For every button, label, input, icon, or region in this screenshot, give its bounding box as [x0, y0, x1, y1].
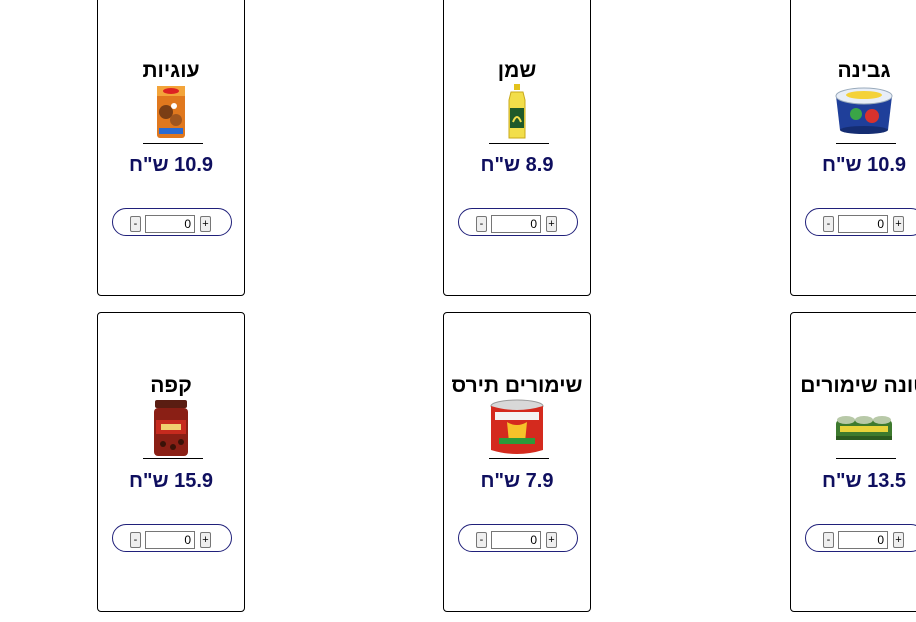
product-price: 13.5 ש"ח: [821, 470, 907, 492]
image-underline: [489, 458, 549, 459]
product-name: טונה שימורים: [800, 374, 916, 397]
image-underline: [836, 458, 896, 459]
image-underline: [143, 458, 203, 459]
product-card-tuna: טונה שימורים 13.5 ש"ח - +: [790, 312, 916, 612]
product-price: 8.9 ש"ח: [480, 154, 554, 176]
cookies-bag-icon: [141, 82, 201, 142]
quantity-stepper: - +: [458, 208, 578, 236]
quantity-input[interactable]: [838, 215, 888, 233]
oil-bottle-icon: [487, 82, 547, 142]
increase-button[interactable]: +: [893, 532, 904, 548]
corn-can-icon: [487, 398, 547, 458]
increase-button[interactable]: +: [200, 216, 211, 232]
quantity-stepper: - +: [458, 524, 578, 552]
decrease-button[interactable]: -: [476, 532, 487, 548]
increase-button[interactable]: +: [200, 532, 211, 548]
quantity-stepper: - +: [112, 524, 232, 552]
product-card-coffee: קפה 15.9 ש"ח - +: [97, 312, 245, 612]
quantity-stepper: - +: [805, 524, 916, 552]
decrease-button[interactable]: -: [823, 216, 834, 232]
product-price: 10.9 ש"ח: [821, 154, 907, 176]
product-name: שמן: [497, 59, 537, 82]
product-card-cookies: עוגיות 10.9 ש"ח - +: [97, 0, 245, 296]
image-underline: [489, 143, 549, 144]
product-card-cheese: גבינה 10.9 ש"ח - +: [790, 0, 916, 296]
increase-button[interactable]: +: [546, 532, 557, 548]
decrease-button[interactable]: -: [130, 216, 141, 232]
product-price: 7.9 ש"ח: [480, 470, 554, 492]
product-name: שימורים תירס: [451, 374, 583, 397]
increase-button[interactable]: +: [546, 216, 557, 232]
product-name: עוגיות: [142, 59, 200, 82]
image-underline: [143, 143, 203, 144]
quantity-input[interactable]: [491, 531, 541, 549]
decrease-button[interactable]: -: [823, 532, 834, 548]
quantity-input[interactable]: [145, 215, 195, 233]
image-underline: [836, 143, 896, 144]
product-price: 10.9 ש"ח: [128, 154, 214, 176]
quantity-input[interactable]: [491, 215, 541, 233]
coffee-jar-icon: [141, 398, 201, 458]
quantity-input[interactable]: [838, 531, 888, 549]
increase-button[interactable]: +: [893, 216, 904, 232]
product-card-oil: שמן 8.9 ש"ח - +: [443, 0, 591, 296]
product-name: גבינה: [837, 59, 891, 82]
decrease-button[interactable]: -: [476, 216, 487, 232]
quantity-input[interactable]: [145, 531, 195, 549]
quantity-stepper: - +: [112, 208, 232, 236]
cheese-tub-icon: [834, 82, 894, 142]
product-card-corn: שימורים תירס 7.9 ש"ח - +: [443, 312, 591, 612]
product-name: קפה: [150, 374, 192, 397]
product-price: 15.9 ש"ח: [128, 470, 214, 492]
product-grid: עוגיות 10.9 ש"ח - + שמן: [0, 0, 916, 622]
quantity-stepper: - +: [805, 208, 916, 236]
tuna-cans-icon: [834, 398, 894, 458]
decrease-button[interactable]: -: [130, 532, 141, 548]
